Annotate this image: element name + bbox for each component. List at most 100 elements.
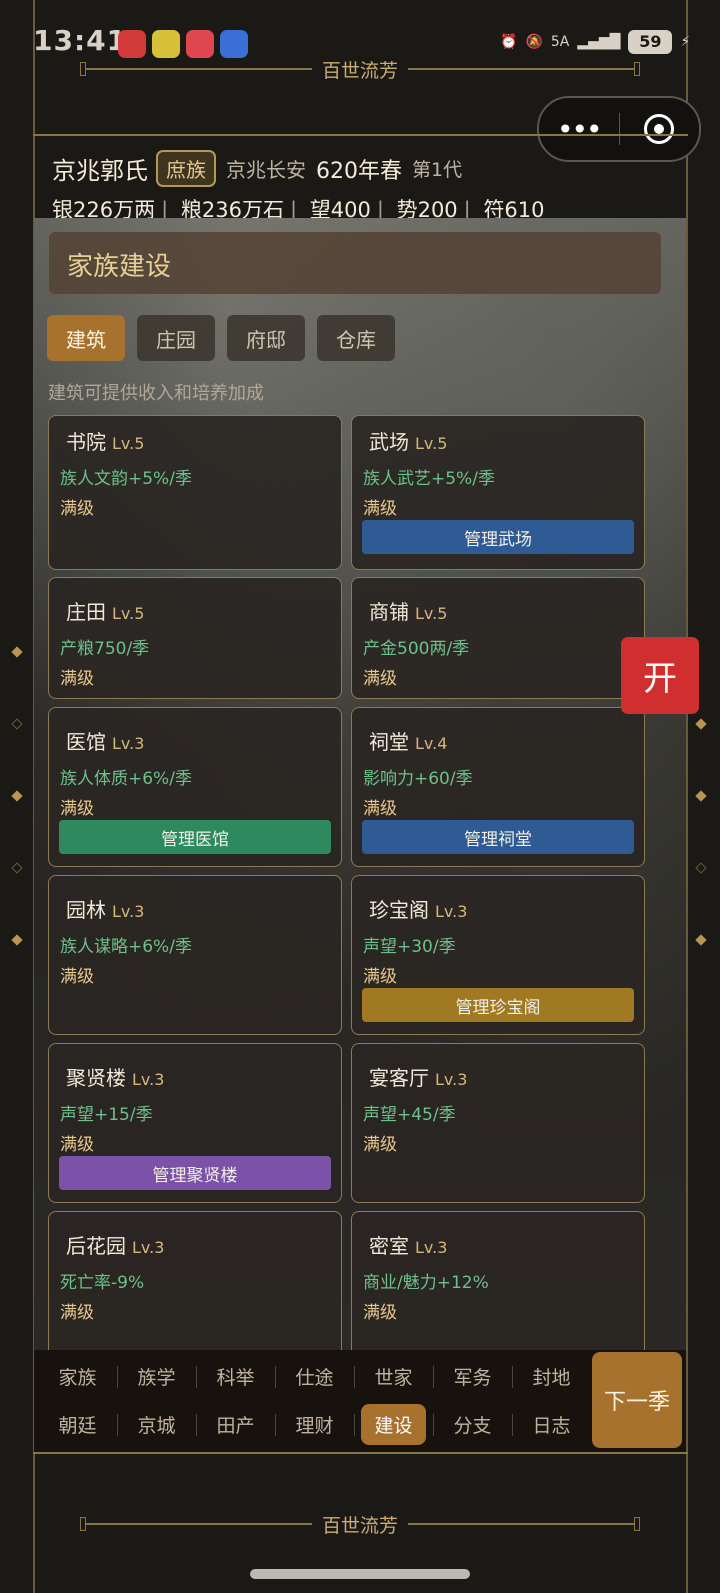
nav-noble-houses[interactable]: 世家 <box>354 1358 433 1394</box>
clan-rank-badge: 庶族 <box>156 150 216 187</box>
bottom-nav-row: 朝廷 京城 田产 理财 建设 分支 日志 <box>38 1403 591 1445</box>
building-name: 祠堂 <box>369 730 409 754</box>
nav-finance[interactable]: 理财 <box>275 1406 354 1442</box>
section-header: 家族建设 <box>49 232 661 294</box>
building-name: 商铺 <box>369 600 409 624</box>
close-miniprogram-button[interactable] <box>620 114 700 144</box>
manage-ancestral-hall-button[interactable]: 管理祠堂 <box>362 820 634 854</box>
building-effect: 族人谋略+6%/季 <box>60 937 192 957</box>
building-card: 园林 Lv.3 族人谋略+6%/季 满级 <box>48 875 342 1035</box>
building-level: Lv.3 <box>112 902 145 921</box>
building-level: Lv.5 <box>415 604 448 623</box>
building-level: Lv.5 <box>415 434 448 453</box>
bottom-nav-row: 家族 族学 科举 仕途 世家 军务 封地 <box>38 1358 591 1394</box>
manage-clinic-button[interactable]: 管理医馆 <box>59 820 331 854</box>
building-effect: 族人武艺+5%/季 <box>363 469 495 489</box>
building-name: 武场 <box>369 430 409 454</box>
tab-buildings[interactable]: 建筑 <box>47 315 125 361</box>
building-status: 满级 <box>363 499 397 519</box>
building-status: 满级 <box>60 1303 94 1323</box>
building-card: 宴客厅 Lv.3 声望+45/季 满级 <box>351 1043 645 1203</box>
network-label: 5A <box>550 34 570 50</box>
nav-branches[interactable]: 分支 <box>433 1406 512 1442</box>
ornament-diamond <box>695 718 707 730</box>
building-status: 满级 <box>363 669 397 689</box>
building-name: 园林 <box>66 898 106 922</box>
header-divider <box>33 134 688 136</box>
building-name: 后花园 <box>66 1234 126 1258</box>
building-status: 满级 <box>60 669 94 689</box>
clan-name: 京兆郭氏 <box>52 157 148 185</box>
building-effect: 声望+45/季 <box>363 1105 456 1125</box>
building-name: 珍宝阁 <box>369 898 429 922</box>
miniprogram-capsule: ••• <box>537 96 701 162</box>
ornament-diamond <box>11 862 23 874</box>
nav-family[interactable]: 家族 <box>38 1358 117 1394</box>
status-indicators: ⏰ 🔕 5A ▂▄▆█ 59 ⚡ <box>500 30 690 54</box>
ornament-diamond <box>695 862 707 874</box>
footer-divider <box>33 1452 688 1454</box>
building-name: 书院 <box>66 430 106 454</box>
bottom-nav: 家族 族学 科举 仕途 世家 军务 封地 朝廷 京城 田产 理财 建设 分支 日… <box>34 1350 686 1452</box>
building-status: 满级 <box>60 499 94 519</box>
generation: 第1代 <box>412 159 463 181</box>
ornament-diamond <box>11 718 23 730</box>
building-effect: 声望+30/季 <box>363 937 456 957</box>
banner-title: 百世流芳 <box>322 1514 399 1537</box>
nav-career[interactable]: 仕途 <box>275 1358 354 1394</box>
signal-icon: ▂▄▆█ <box>577 34 621 50</box>
building-name: 庄田 <box>66 600 106 624</box>
section-title: 家族建设 <box>67 252 172 282</box>
building-level: Lv.3 <box>435 902 468 921</box>
banner-cap-right <box>634 1517 641 1531</box>
manage-treasure-pavilion-button[interactable]: 管理珍宝阁 <box>362 988 634 1022</box>
banner-line <box>86 1523 312 1525</box>
open-float-button[interactable]: 开 <box>621 637 699 714</box>
charging-icon: ⚡ <box>680 34 691 50</box>
manage-talent-hall-button[interactable]: 管理聚贤楼 <box>59 1156 331 1190</box>
building-level: Lv.3 <box>112 734 145 753</box>
nav-imperial-exam[interactable]: 科举 <box>196 1358 275 1394</box>
section-hint: 建筑可提供收入和培养加成 <box>48 383 264 404</box>
building-effect: 族人体质+6%/季 <box>60 769 192 789</box>
building-level: Lv.3 <box>132 1238 165 1257</box>
nav-court[interactable]: 朝廷 <box>38 1406 117 1442</box>
building-card: 书院 Lv.5 族人文韵+5%/季 满级 <box>48 415 342 570</box>
top-banner: 百世流芳 <box>80 54 641 84</box>
main-panel: 家族建设 建筑 庄园 府邸 仓库 建筑可提供收入和培养加成 书院 Lv.5 族人文… <box>34 218 686 1350</box>
ornament-diamond <box>11 934 23 946</box>
bottom-banner: 百世流芳 <box>80 1509 641 1539</box>
nav-farmland[interactable]: 田产 <box>196 1406 275 1442</box>
tab-warehouse[interactable]: 仓库 <box>317 315 395 361</box>
nav-fief[interactable]: 封地 <box>512 1358 591 1394</box>
building-effect: 影响力+60/季 <box>363 769 473 789</box>
nav-construction[interactable]: 建设 <box>354 1403 433 1445</box>
building-card: 珍宝阁 Lv.3 声望+30/季 满级 管理珍宝阁 <box>351 875 645 1035</box>
home-gesture-bar[interactable] <box>250 1569 470 1579</box>
more-menu-button[interactable]: ••• <box>539 113 619 146</box>
mute-icon: 🔕 <box>525 34 543 50</box>
banner-title: 百世流芳 <box>322 59 399 82</box>
building-name: 聚贤楼 <box>66 1066 126 1090</box>
clan-location: 京兆长安 <box>226 158 306 182</box>
manage-martial-field-button[interactable]: 管理武场 <box>362 520 634 554</box>
building-card: 庄田 Lv.5 产粮750/季 满级 <box>48 577 342 699</box>
building-level: Lv.3 <box>415 1238 448 1257</box>
building-status: 满级 <box>60 799 94 819</box>
nav-military[interactable]: 军务 <box>433 1358 512 1394</box>
next-season-button[interactable]: 下一季 <box>592 1352 682 1448</box>
building-effect: 商业/魅力+12% <box>363 1273 489 1293</box>
building-effect: 声望+15/季 <box>60 1105 153 1125</box>
ornament-diamond <box>695 934 707 946</box>
nav-capital[interactable]: 京城 <box>117 1406 196 1442</box>
nav-log[interactable]: 日志 <box>512 1406 591 1442</box>
tab-manor[interactable]: 庄园 <box>137 315 215 361</box>
banner-line <box>408 1523 635 1525</box>
section-tabs: 建筑 庄园 府邸 仓库 <box>47 315 395 361</box>
tab-mansion[interactable]: 府邸 <box>227 315 305 361</box>
building-status: 满级 <box>60 967 94 987</box>
building-level: Lv.5 <box>112 604 145 623</box>
nav-clan-school[interactable]: 族学 <box>117 1358 196 1394</box>
building-level: Lv.3 <box>435 1070 468 1089</box>
ornament-diamond <box>11 790 23 802</box>
